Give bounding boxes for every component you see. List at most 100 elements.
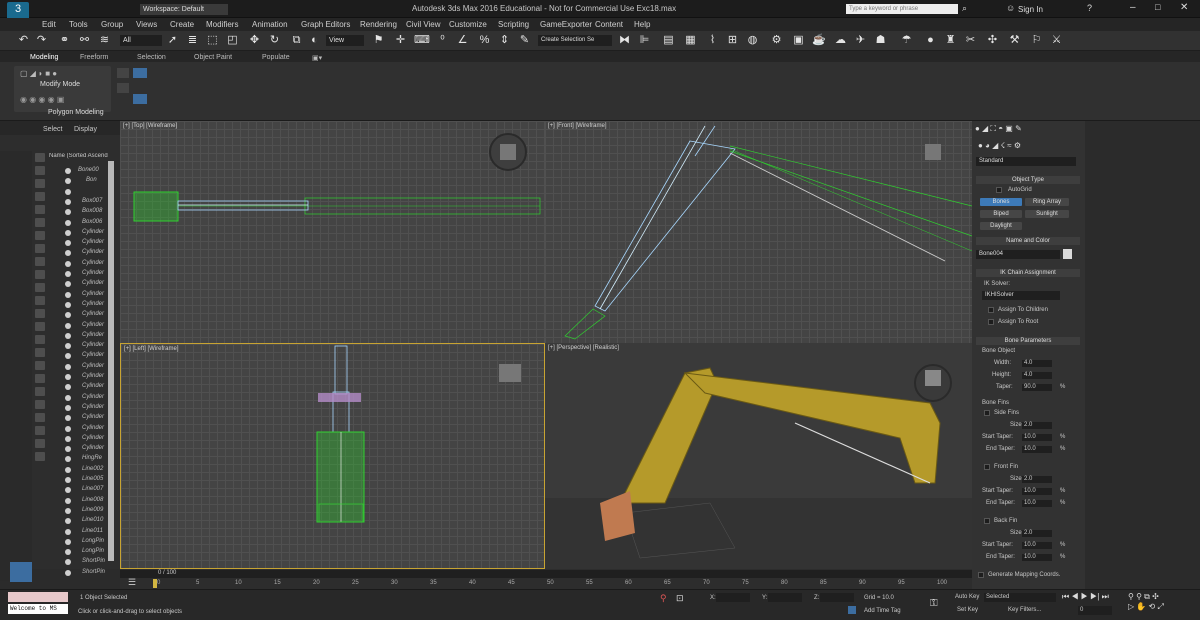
mirror-icon[interactable]: ⧓ bbox=[618, 34, 631, 47]
pivot-icon[interactable]: ⚑ bbox=[372, 34, 385, 47]
scene-list-item[interactable]: Cylinder bbox=[82, 363, 104, 369]
bones-button[interactable]: Bones bbox=[980, 198, 1022, 206]
menu-rendering[interactable]: Rendering bbox=[360, 20, 397, 29]
visibility-icon[interactable] bbox=[65, 209, 71, 216]
visibility-icon[interactable] bbox=[65, 219, 71, 226]
scene-explorer-tool-icon[interactable] bbox=[35, 166, 45, 175]
visibility-icon[interactable] bbox=[65, 466, 71, 473]
scene-explorer-bottom-icon[interactable] bbox=[10, 562, 32, 582]
scene-list-item[interactable]: Cylinder bbox=[82, 229, 104, 235]
scene-list-item[interactable]: Line009 bbox=[82, 507, 103, 513]
visibility-icon[interactable] bbox=[65, 168, 71, 174]
autogrid-checkbox[interactable] bbox=[996, 187, 1002, 193]
scene-list-header[interactable]: Name (Sorted Ascend bbox=[49, 153, 117, 159]
front-fin-checkbox[interactable] bbox=[984, 464, 990, 470]
scene-explorer-tool-icon[interactable] bbox=[35, 361, 45, 370]
percent-snap-icon[interactable]: % bbox=[478, 34, 491, 47]
scene-explorer-tool-icon[interactable] bbox=[35, 179, 45, 188]
scene-scrollbar[interactable] bbox=[108, 161, 114, 561]
daylight-button[interactable]: Daylight bbox=[980, 222, 1022, 230]
scene-explorer-tool-icon[interactable] bbox=[35, 400, 45, 409]
menu-content[interactable]: Content bbox=[595, 20, 623, 29]
scene-explorer-tool-icon[interactable] bbox=[35, 283, 45, 292]
visibility-icon[interactable] bbox=[65, 271, 71, 277]
visibility-icon[interactable] bbox=[65, 415, 71, 422]
scene-explorer-tool-icon[interactable] bbox=[35, 244, 45, 253]
rect-selection-icon[interactable]: ⬚ bbox=[206, 34, 219, 47]
scene-list-item[interactable]: Line011 bbox=[82, 528, 103, 534]
front-start-taper-spinner[interactable]: 10.0 bbox=[1022, 488, 1052, 495]
sign-in-link[interactable]: Sign In bbox=[1018, 5, 1043, 14]
menu-views[interactable]: Views bbox=[136, 20, 157, 29]
visibility-icon[interactable] bbox=[65, 538, 71, 545]
place-icon[interactable]: ◐ bbox=[308, 34, 321, 47]
menu-group[interactable]: Group bbox=[101, 20, 123, 29]
back-start-taper-spinner[interactable]: 10.0 bbox=[1022, 542, 1052, 549]
plugin-icon-2[interactable]: ⚐ bbox=[1030, 34, 1043, 47]
rollout-name-color[interactable]: Name and Color bbox=[976, 237, 1080, 245]
standard-dropdown[interactable]: Standard bbox=[976, 157, 1076, 166]
scene-list-item[interactable]: LongPin bbox=[82, 548, 104, 554]
x-coord-field[interactable] bbox=[716, 593, 750, 602]
scene-explorer-tool-icon[interactable] bbox=[35, 296, 45, 305]
key-filters-button[interactable]: Key Filters... bbox=[1008, 607, 1041, 613]
viewport-left[interactable]: [+] [Left] [Wireframe] bbox=[120, 343, 545, 569]
render-iterative-icon[interactable]: ☁ bbox=[834, 34, 847, 47]
visibility-icon[interactable] bbox=[65, 569, 71, 576]
plugin-icon-3[interactable]: ⚔ bbox=[1050, 34, 1063, 47]
time-slider-track[interactable] bbox=[120, 570, 972, 578]
close-icon[interactable]: ✕ bbox=[1180, 2, 1188, 13]
maxscript-listener-pink[interactable] bbox=[8, 592, 68, 602]
ik-solver-dropdown[interactable]: IKHISolver bbox=[982, 291, 1060, 300]
scene-explorer-tool-icon[interactable] bbox=[35, 452, 45, 461]
scene-list-item[interactable]: Bon bbox=[86, 177, 97, 183]
generate-mapping-checkbox[interactable] bbox=[978, 572, 984, 578]
user-icon[interactable]: ☺ bbox=[1006, 3, 1015, 13]
active-shade-icon[interactable]: ✈ bbox=[854, 34, 867, 47]
scene-list-item[interactable]: Cylinder bbox=[82, 291, 104, 297]
workspace-dropdown[interactable]: Workspace: Default bbox=[140, 4, 228, 15]
visibility-icon[interactable] bbox=[65, 507, 71, 514]
scale-icon[interactable]: ⧉ bbox=[290, 34, 303, 47]
scene-list-item[interactable]: Cylinder bbox=[82, 394, 104, 400]
scene-list-item[interactable]: Line008 bbox=[82, 497, 103, 503]
front-end-taper-spinner[interactable]: 10.0 bbox=[1022, 500, 1052, 507]
auto-key-button[interactable]: Auto Key bbox=[955, 594, 979, 600]
taper-spinner[interactable]: 90.0 bbox=[1022, 384, 1052, 391]
polygon-modeling-label[interactable]: Polygon Modeling bbox=[48, 109, 104, 116]
shirt-icon[interactable]: ♜ bbox=[944, 34, 957, 47]
visibility-icon[interactable] bbox=[65, 198, 71, 205]
viewport-front[interactable]: [+] [Front] [Wireframe] bbox=[545, 121, 972, 343]
add-time-tag[interactable]: Add Time Tag bbox=[864, 608, 901, 614]
scene-list-item[interactable]: Cylinder bbox=[82, 301, 104, 307]
ring-array-button[interactable]: Ring Array bbox=[1025, 198, 1069, 206]
spinner-snap-icon[interactable]: ⇕ bbox=[498, 34, 511, 47]
ribbon-pin-icon[interactable] bbox=[133, 68, 147, 78]
scene-list-item[interactable]: Line010 bbox=[82, 517, 103, 523]
maximize-icon[interactable]: □ bbox=[1155, 2, 1160, 12]
scene-list-item[interactable]: Cylinder bbox=[82, 414, 104, 420]
layer-icon[interactable]: ▤ bbox=[662, 34, 675, 47]
back-size-spinner[interactable]: 2.0 bbox=[1022, 530, 1052, 537]
isolate-icon[interactable]: ⊡ bbox=[676, 593, 684, 604]
back-fin-checkbox[interactable] bbox=[984, 518, 990, 524]
scene-list-item[interactable]: ShortPin bbox=[82, 558, 105, 564]
scene-explorer-tool-icon[interactable] bbox=[35, 205, 45, 214]
timeline[interactable]: 0 / 100 ☰ 0 5 10 15 20 25 30 35 40 45 50 55 60 65 70 75… bbox=[120, 569, 972, 589]
scene-list-item[interactable]: LongPin bbox=[82, 538, 104, 544]
undo-icon[interactable]: ↶ bbox=[17, 34, 30, 47]
visibility-icon[interactable] bbox=[65, 291, 71, 298]
scene-list-item[interactable]: Line005 bbox=[82, 476, 103, 482]
visibility-icon[interactable] bbox=[65, 435, 71, 442]
select-by-name-icon[interactable]: ≣ bbox=[186, 34, 199, 47]
visibility-icon[interactable] bbox=[65, 260, 71, 267]
viewport-perspective[interactable]: [+] [Perspective] [Realistic] bbox=[545, 343, 972, 569]
side-fins-checkbox[interactable] bbox=[984, 410, 990, 416]
keyboard-shortcut-icon[interactable]: ⌨ bbox=[414, 34, 430, 47]
y-coord-field[interactable] bbox=[768, 593, 802, 602]
menu-graph-editors[interactable]: Graph Editors bbox=[301, 20, 350, 29]
edit-named-sets-icon[interactable]: ✎ bbox=[518, 34, 531, 47]
visibility-icon[interactable] bbox=[65, 425, 71, 432]
rotate-icon[interactable]: ↻ bbox=[268, 34, 281, 47]
modify-mode-label[interactable]: Modify Mode bbox=[40, 81, 80, 88]
